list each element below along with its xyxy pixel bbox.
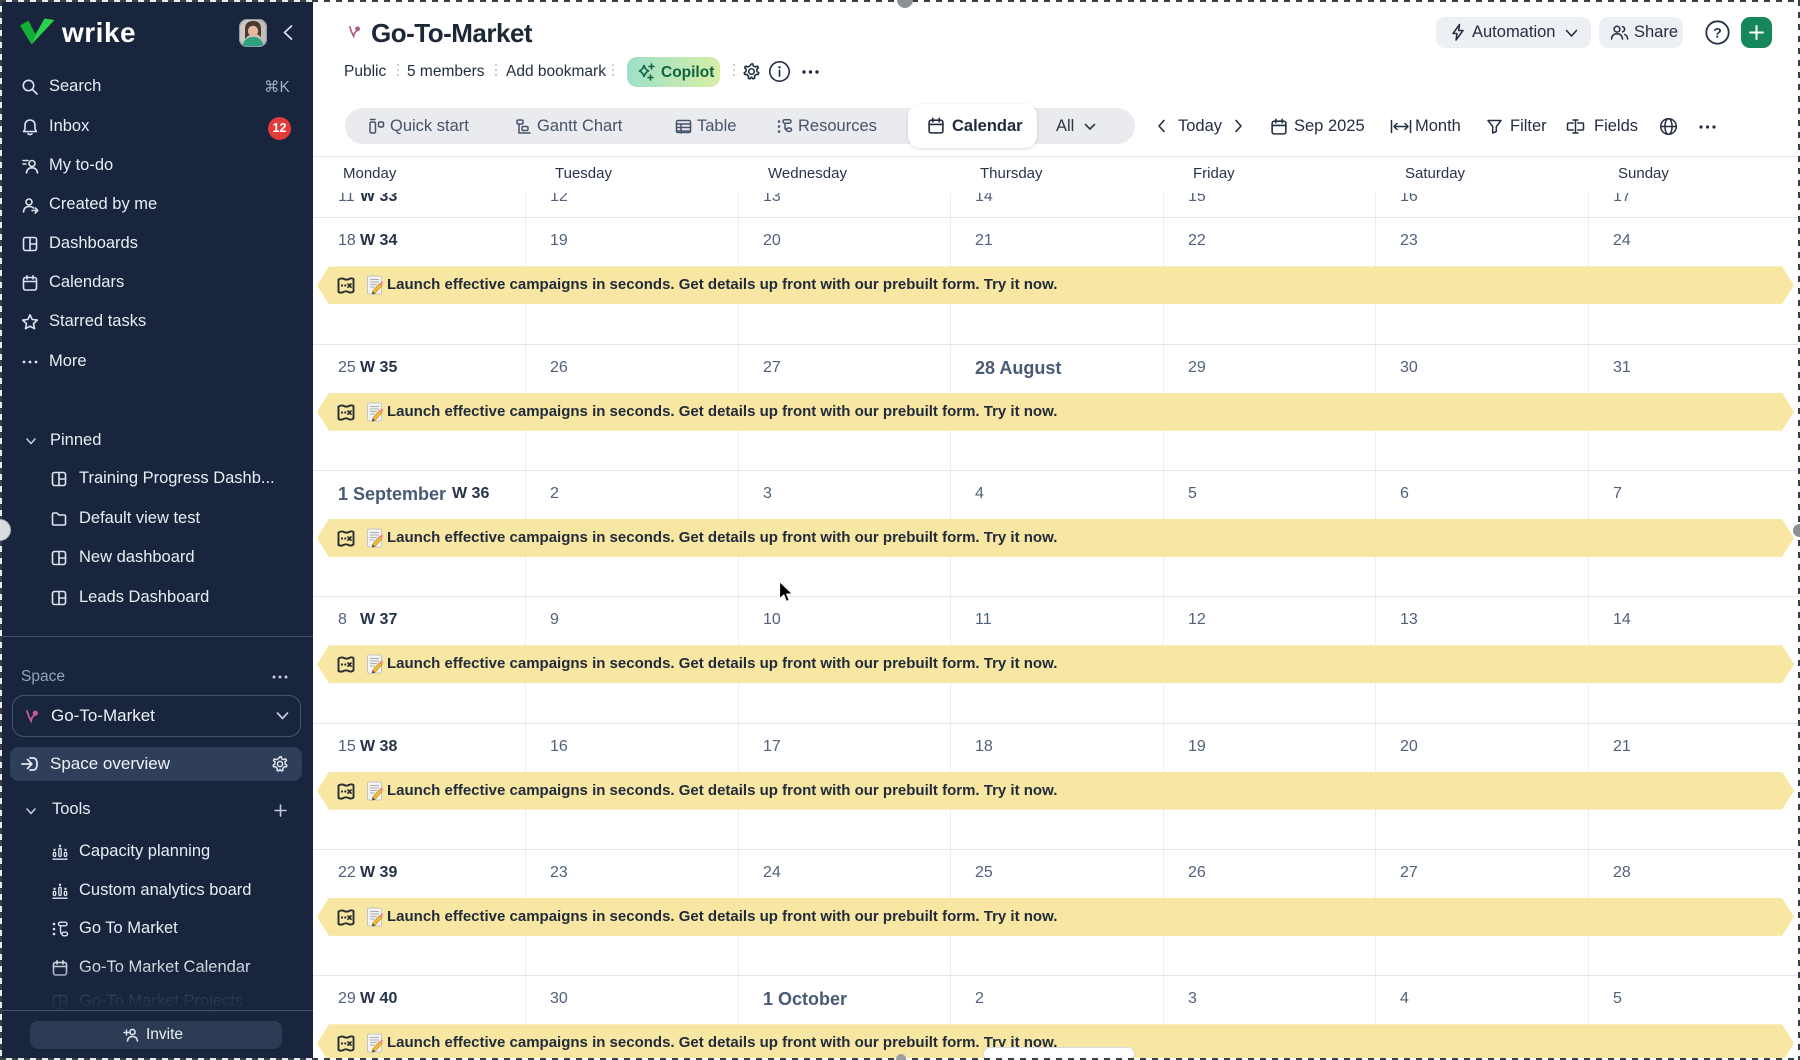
svg-text:?: ?: [1713, 24, 1722, 40]
